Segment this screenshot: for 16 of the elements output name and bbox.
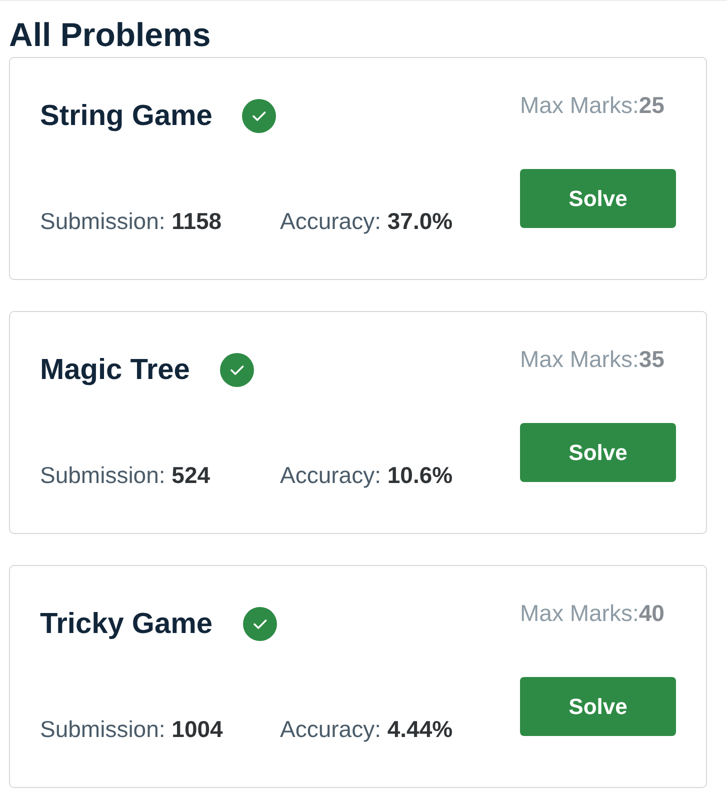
submission-count: Submission: 1004 xyxy=(40,716,224,742)
submission-count: Submission: 1158 xyxy=(40,208,223,234)
page-heading: All Problems xyxy=(9,15,211,55)
accuracy-value: Accuracy: 4.44% xyxy=(280,716,453,742)
max-marks: Max Marks:40 xyxy=(520,600,664,626)
accuracy-value: Accuracy: 10.6% xyxy=(280,462,453,488)
max-marks: Max Marks:35 xyxy=(520,346,664,372)
solve-button[interactable]: Solve xyxy=(520,169,676,228)
max-marks: Max Marks:25 xyxy=(520,92,664,118)
problem-title: String Game xyxy=(40,99,212,133)
accuracy-value: Accuracy: 37.0% xyxy=(280,208,453,234)
submission-count: Submission: 524 xyxy=(40,462,212,488)
problem-title: Magic Tree xyxy=(40,353,190,387)
problem-title: Tricky Game xyxy=(40,607,212,641)
solve-button[interactable]: Solve xyxy=(520,677,676,736)
solve-button[interactable]: Solve xyxy=(520,423,676,482)
